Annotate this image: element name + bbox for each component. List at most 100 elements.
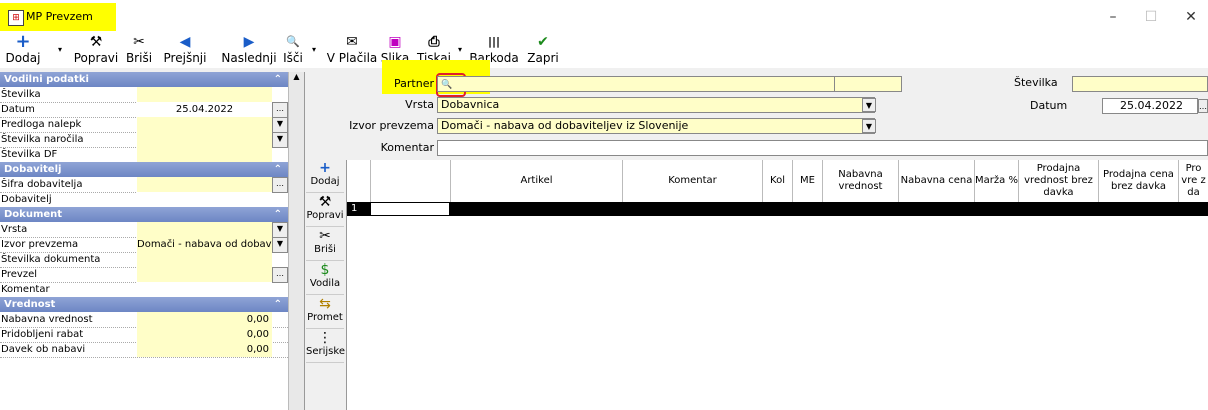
scroll-up-icon[interactable]: ▲ bbox=[289, 72, 304, 81]
grid-delete-button[interactable]: ✂ Briši bbox=[306, 228, 344, 261]
ellipsis-button[interactable]: … bbox=[272, 102, 288, 118]
col-prodajna-cena[interactable]: Prodajna cena brez davka bbox=[1099, 160, 1179, 202]
payments-button[interactable]: ✉ V Plačila bbox=[326, 34, 378, 68]
rabat-value: 0,00 bbox=[137, 327, 272, 342]
collapse-icon[interactable]: ⌃ bbox=[274, 207, 282, 222]
barcode-icon: ||| bbox=[487, 35, 501, 48]
row-datum: Datum 25.04.2022… bbox=[0, 102, 288, 118]
search-button[interactable]: 🔍 Išči bbox=[280, 34, 306, 68]
section-header-dobavitelj[interactable]: Dobavitelj ⌃ bbox=[0, 162, 288, 177]
next-button[interactable]: ▶ Naslednji bbox=[218, 34, 280, 68]
chevron-down-icon[interactable]: ▾ bbox=[458, 45, 462, 54]
komentar-field[interactable] bbox=[137, 282, 272, 297]
ellipsis-button[interactable]: … bbox=[1198, 99, 1208, 113]
serial-icon: ⋮ bbox=[318, 330, 332, 346]
dobavitelj-field[interactable] bbox=[137, 192, 272, 207]
chevron-down-icon[interactable]: ▼ bbox=[862, 98, 876, 112]
stevilka-field[interactable] bbox=[137, 87, 272, 102]
row-prevzel: Prevzel… bbox=[0, 267, 288, 283]
chevron-down-icon[interactable]: ▾ bbox=[312, 45, 316, 54]
grid-edit-button[interactable]: ⚒ Popravi bbox=[306, 194, 344, 227]
datum-label: Datum bbox=[1030, 99, 1068, 112]
add-button[interactable]: + Dodaj bbox=[4, 33, 42, 68]
title-bar bbox=[0, 0, 1208, 34]
chevron-down-icon[interactable]: ▼ bbox=[272, 222, 288, 238]
close-button[interactable]: ✕ bbox=[1176, 6, 1206, 28]
grid-add-button[interactable]: + Dodaj bbox=[306, 160, 344, 193]
ellipsis-button[interactable]: … bbox=[272, 267, 288, 283]
grid-serijske-button[interactable]: ⋮ Serijske bbox=[306, 330, 345, 363]
stevilka-input[interactable] bbox=[1072, 76, 1208, 92]
col-prodajna-vrednost-z-davkom[interactable]: Pro vre z da bbox=[1179, 160, 1208, 202]
partner-field[interactable]: 🔍 bbox=[437, 76, 837, 92]
hammer-icon: ⚒ bbox=[89, 34, 103, 50]
col-marza[interactable]: Marža % bbox=[975, 160, 1019, 202]
minimize-button[interactable]: – bbox=[1098, 6, 1128, 28]
row-st-narocila: Številka naročila ▼ bbox=[0, 132, 288, 148]
komentar-input[interactable] bbox=[437, 140, 1208, 156]
delete-button[interactable]: ✂ Briši bbox=[124, 34, 154, 68]
chevron-down-icon[interactable]: ▼ bbox=[272, 132, 288, 148]
items-grid[interactable]: Artikel Komentar Kol ME Nabavna vrednost… bbox=[346, 160, 1208, 410]
col-nabavna-cena[interactable]: Nabavna cena bbox=[899, 160, 975, 202]
row-dobavitelj: Dobavitelj bbox=[0, 192, 288, 208]
maximize-button[interactable]: ☐ bbox=[1136, 6, 1166, 28]
vrsta-select[interactable]: Dobavnica bbox=[437, 97, 875, 113]
grid-blank-header bbox=[371, 160, 451, 202]
section-header-dokument[interactable]: Dokument ⌃ bbox=[0, 207, 288, 222]
previous-button[interactable]: ◀ Prejšnji bbox=[158, 34, 212, 68]
partner-extra-field[interactable] bbox=[834, 76, 902, 92]
row-st-df: Številka DF bbox=[0, 147, 288, 163]
st-dokumenta-field[interactable] bbox=[137, 252, 272, 267]
grid-promet-button[interactable]: ⇆ Promet bbox=[306, 296, 344, 329]
row-nabavna: Nabavna vrednost 0,00 bbox=[0, 312, 288, 328]
row-number: 1 bbox=[351, 203, 358, 214]
stevilka-label: Številka bbox=[1014, 76, 1058, 89]
grid-vodila-button[interactable]: $ Vodila bbox=[306, 262, 344, 295]
datum-input[interactable]: 25.04.2022 bbox=[1102, 98, 1198, 114]
toolbar: + Dodaj ▾ ⚒ Popravi ✂ Briši ◀ Prejšnji ▶… bbox=[0, 33, 1208, 68]
chevron-down-icon[interactable]: ▼ bbox=[862, 119, 876, 133]
row-davek: Davek ob nabavi 0,00 bbox=[0, 342, 288, 358]
col-prodajna-vrednost[interactable]: Prodajna vrednost brez davka bbox=[1019, 160, 1099, 202]
grid-indicator-header bbox=[347, 160, 371, 202]
search-icon[interactable]: 🔍 bbox=[441, 80, 452, 90]
row-sifra-dob: Šifra dobavitelja… bbox=[0, 177, 288, 193]
chevron-down-icon[interactable]: ▼ bbox=[272, 117, 288, 133]
grid-side-toolbar: + Dodaj ⚒ Popravi ✂ Briši $ Vodila ⇆ Promet ⋮… bbox=[306, 160, 345, 410]
sifra-dob-field[interactable] bbox=[137, 177, 272, 192]
row-edit-cell[interactable] bbox=[371, 203, 449, 215]
row-vrsta: Vrsta ▼ bbox=[0, 222, 288, 238]
chevron-down-icon[interactable]: ▾ bbox=[58, 45, 62, 54]
envelope-icon: ✉ bbox=[346, 34, 358, 50]
datum-field[interactable]: 25.04.2022 bbox=[137, 102, 272, 117]
section-header-vodilni[interactable]: Vodilni podatki ⌃ bbox=[0, 72, 288, 87]
row-st-dokumenta: Številka dokumenta bbox=[0, 252, 288, 268]
collapse-icon[interactable]: ⌃ bbox=[274, 162, 282, 177]
col-artikel[interactable]: Artikel bbox=[451, 160, 623, 202]
table-row[interactable] bbox=[347, 202, 1208, 216]
chevron-down-icon[interactable]: ▼ bbox=[272, 237, 288, 253]
collapse-icon[interactable]: ⌃ bbox=[274, 297, 282, 312]
vrsta-field[interactable] bbox=[137, 222, 272, 237]
scissors-icon: ✂ bbox=[133, 34, 145, 50]
section-header-vrednost[interactable]: Vrednost ⌃ bbox=[0, 297, 288, 312]
col-nabavna-vrednost[interactable]: Nabavna vrednost bbox=[823, 160, 899, 202]
plus-icon: + bbox=[319, 160, 331, 176]
izvor-select[interactable]: Domači - nabava od dobaviteljev iz Slove… bbox=[437, 118, 875, 134]
left-scrollbar[interactable]: ▲ bbox=[288, 72, 304, 410]
st-narocila-field[interactable] bbox=[137, 132, 272, 147]
col-kol[interactable]: Kol bbox=[763, 160, 793, 202]
izvor-field[interactable]: Domači - nabava od dobavitelje bbox=[137, 237, 272, 252]
col-me[interactable]: ME bbox=[793, 160, 823, 202]
row-stevilka: Številka bbox=[0, 87, 288, 103]
checkmark-icon: ✔ bbox=[537, 34, 549, 50]
collapse-icon[interactable]: ⌃ bbox=[274, 72, 282, 87]
st-df-field[interactable] bbox=[137, 147, 272, 162]
edit-button[interactable]: ⚒ Popravi bbox=[70, 34, 122, 68]
col-komentar[interactable]: Komentar bbox=[623, 160, 763, 202]
ellipsis-button[interactable]: … bbox=[272, 177, 288, 193]
predloga-field[interactable] bbox=[137, 117, 272, 132]
prevzel-field[interactable] bbox=[137, 267, 272, 282]
close-form-button[interactable]: ✔ Zapri bbox=[524, 34, 562, 68]
